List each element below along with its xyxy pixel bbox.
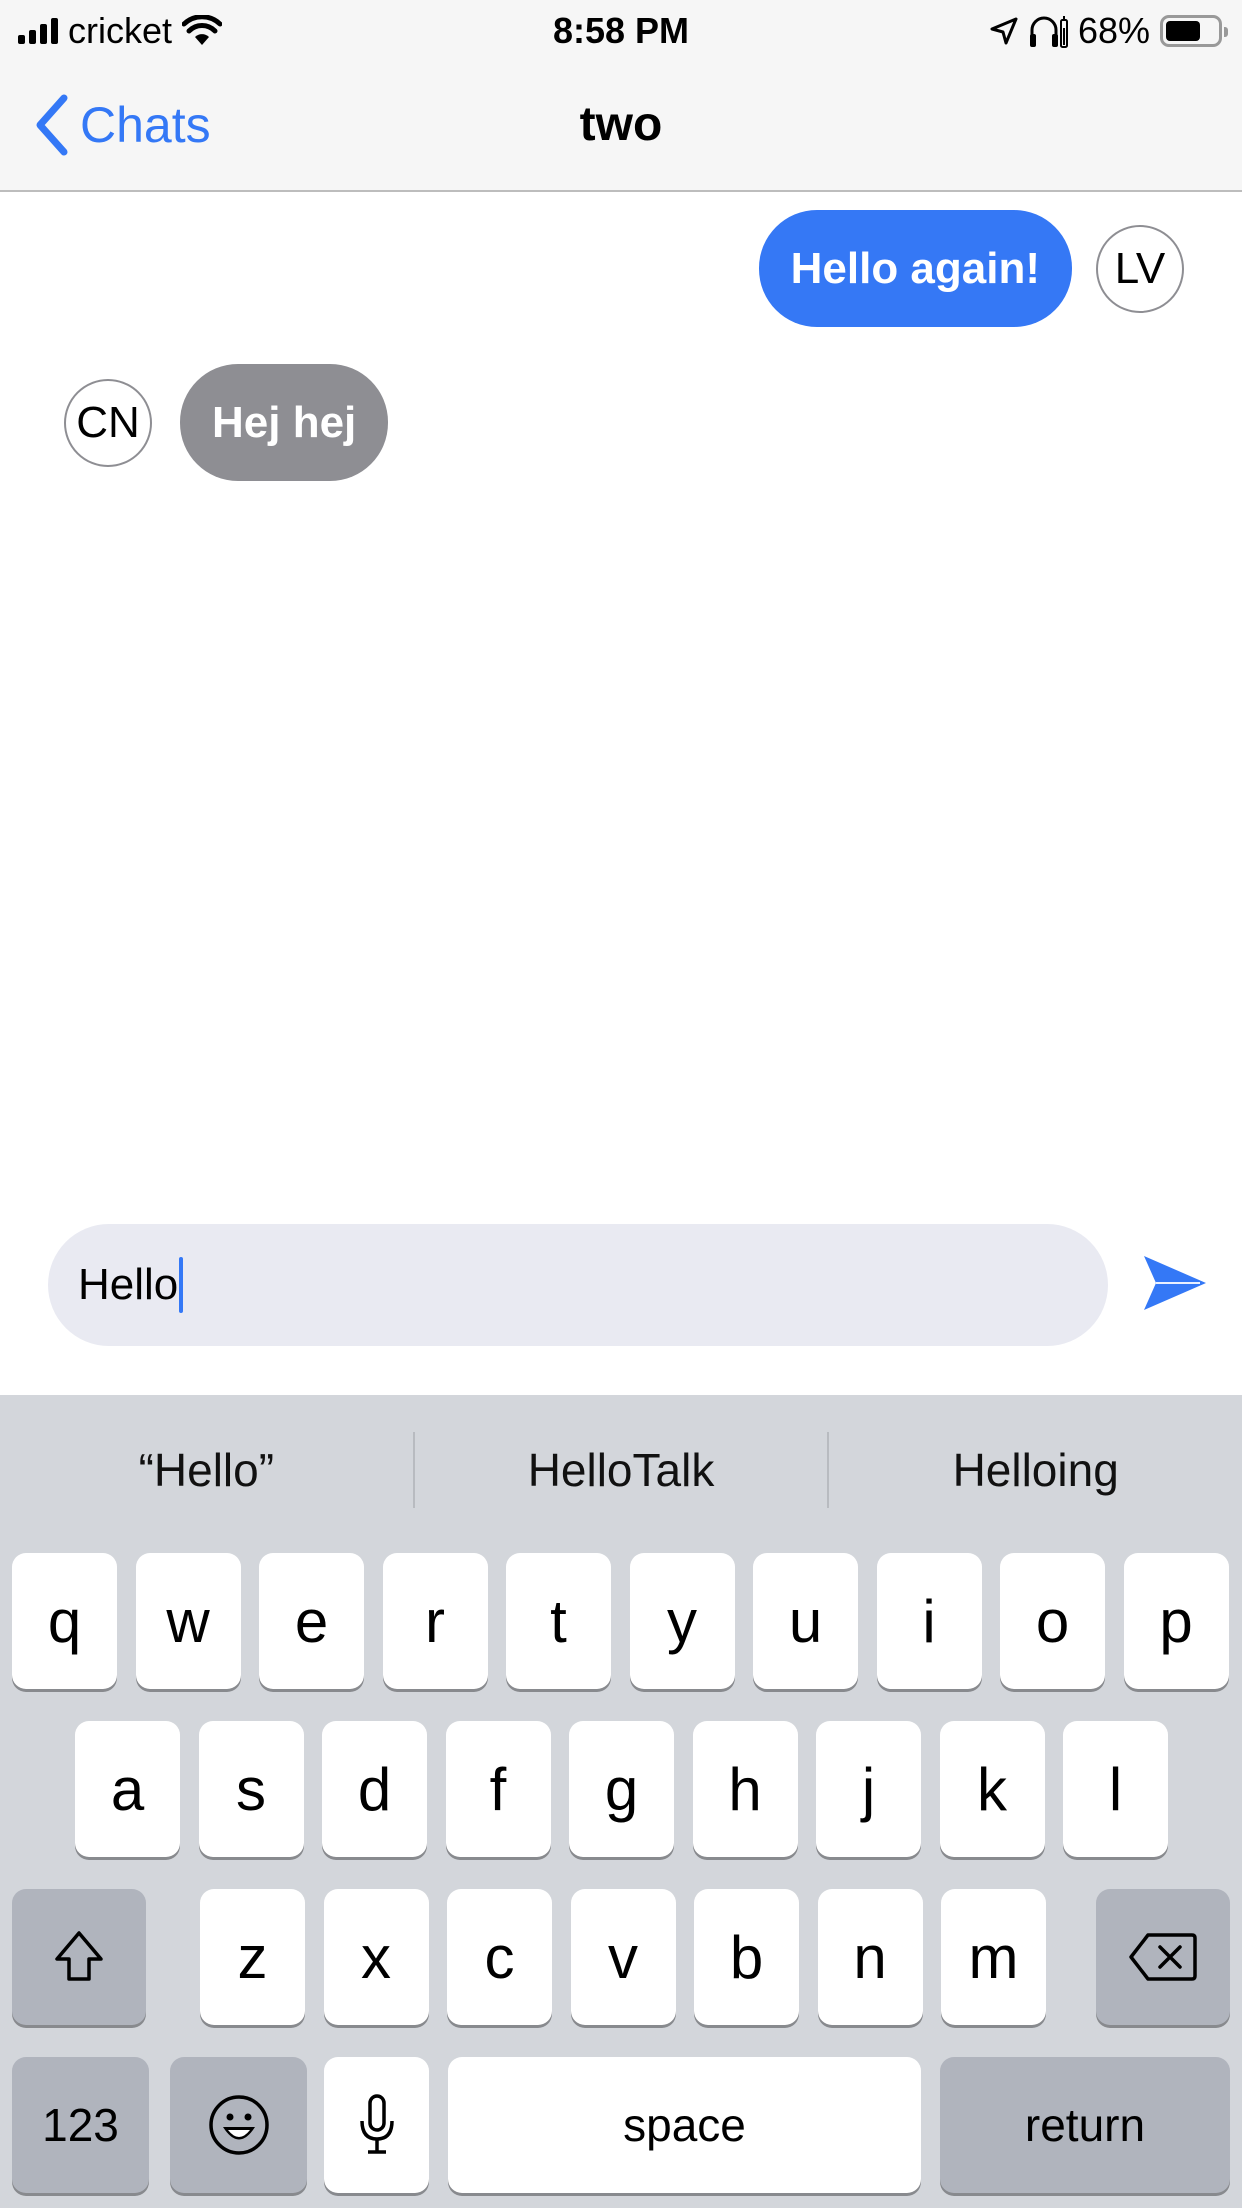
- key-w[interactable]: w: [135, 1553, 241, 1689]
- emoji-key[interactable]: [170, 2057, 307, 2193]
- key-b[interactable]: b: [694, 1889, 799, 2025]
- key-u[interactable]: u: [753, 1553, 858, 1689]
- shift-icon: [55, 1931, 103, 1981]
- emoji-icon: [208, 2095, 269, 2155]
- delete-key[interactable]: [1096, 1889, 1230, 2025]
- space-key[interactable]: space: [448, 2057, 921, 2193]
- key-h[interactable]: h: [692, 1721, 798, 1857]
- suggestion-item[interactable]: HelloTalk: [415, 1395, 828, 1545]
- status-bar: cricket 8:58 PM 68%: [0, 0, 1242, 62]
- return-key[interactable]: return: [940, 2057, 1230, 2193]
- location-arrow-icon: [990, 17, 1018, 45]
- avatar[interactable]: LV: [1096, 224, 1184, 313]
- suggestion-bar: “Hello” HelloTalk Helloing: [0, 1395, 1242, 1545]
- numbers-key[interactable]: 123: [12, 2057, 149, 2193]
- key-j[interactable]: j: [816, 1721, 921, 1857]
- key-g[interactable]: g: [569, 1721, 674, 1857]
- key-i[interactable]: i: [876, 1553, 982, 1689]
- key-f[interactable]: f: [445, 1721, 551, 1857]
- key-c[interactable]: c: [447, 1889, 552, 2025]
- key-k[interactable]: k: [939, 1721, 1045, 1857]
- message-input-text[interactable]: Hello: [78, 1224, 184, 1346]
- status-right: 68%: [990, 10, 1228, 52]
- suggestion-item[interactable]: “Hello”: [0, 1395, 413, 1545]
- key-s[interactable]: s: [198, 1721, 304, 1857]
- navigation-bar: Chats two: [0, 62, 1242, 190]
- key-e[interactable]: e: [259, 1553, 364, 1689]
- key-r[interactable]: r: [382, 1553, 488, 1689]
- microphone-icon: [359, 2094, 394, 2154]
- headphones-icon: [1029, 16, 1068, 48]
- chat-title: two: [579, 98, 663, 151]
- delete-icon: [1129, 1933, 1197, 1981]
- key-v[interactable]: v: [570, 1889, 676, 2025]
- battery-icon: [1160, 15, 1228, 47]
- key-y[interactable]: y: [629, 1553, 735, 1689]
- key-d[interactable]: d: [322, 1721, 427, 1857]
- message-input-value: Hello: [78, 1260, 179, 1309]
- dictation-key[interactable]: [324, 2057, 429, 2193]
- shift-key[interactable]: [12, 1889, 146, 2025]
- text-caret: [179, 1257, 184, 1313]
- suggestion-item[interactable]: Helloing: [829, 1395, 1242, 1545]
- key-n[interactable]: n: [817, 1889, 923, 2025]
- key-p[interactable]: p: [1123, 1553, 1229, 1689]
- key-l[interactable]: l: [1063, 1721, 1168, 1857]
- message-bubble[interactable]: Hello again!: [758, 210, 1072, 327]
- send-icon[interactable]: [1140, 1252, 1210, 1314]
- key-o[interactable]: o: [1000, 1553, 1105, 1689]
- message-input[interactable]: Hello: [48, 1224, 1108, 1346]
- key-t[interactable]: t: [506, 1553, 611, 1689]
- message-bubble[interactable]: Hej hej: [180, 364, 389, 481]
- avatar[interactable]: CN: [64, 378, 152, 467]
- battery-percentage: 68%: [1077, 10, 1150, 51]
- key-a[interactable]: a: [75, 1721, 180, 1857]
- message-incoming: CN Hej hej: [64, 364, 389, 481]
- key-z[interactable]: z: [200, 1889, 305, 2025]
- battery-level: [1166, 21, 1200, 41]
- keyboard: “Hello” HelloTalk Helloing qwertyuiop asd…: [0, 1395, 1242, 2208]
- key-q[interactable]: q: [12, 1553, 117, 1689]
- top-bar: cricket 8:58 PM 68% Chats two: [0, 0, 1242, 192]
- key-x[interactable]: x: [323, 1889, 429, 2025]
- key-m[interactable]: m: [941, 1889, 1046, 2025]
- message-outgoing: Hello again! LV: [758, 210, 1184, 327]
